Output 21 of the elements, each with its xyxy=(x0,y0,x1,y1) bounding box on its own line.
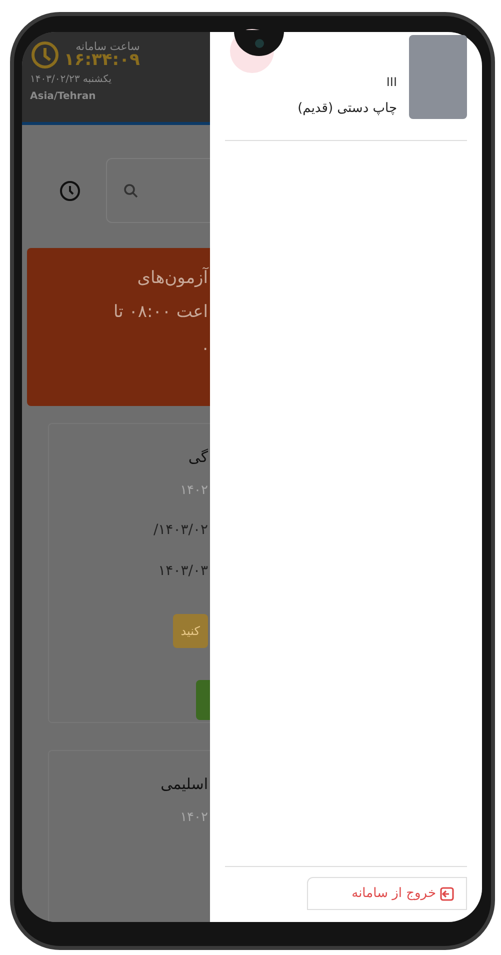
clock-label: ساعت سامانه xyxy=(74,41,140,52)
clock-icon xyxy=(30,40,60,70)
logout-icon xyxy=(440,886,454,900)
card-subtitle: ۱۴۰۲ xyxy=(180,482,208,500)
status-badge: کنید xyxy=(172,614,208,648)
date-text: ۱۴۰۳/۰۲/ xyxy=(153,521,208,540)
date-text: ۱۴۰۳/۰۳ xyxy=(158,562,208,581)
user-role: چاپ دستی (قدیم) xyxy=(298,100,397,118)
user-code: III xyxy=(386,74,397,91)
history-clock-icon[interactable] xyxy=(58,178,82,202)
date-text: یکشنبه ۱۴۰۳/۰۲/۲۳ xyxy=(30,73,112,87)
banner-text: . xyxy=(202,334,208,357)
system-time: ۱۶:۳۴:۰۹ xyxy=(64,52,140,69)
search-icon xyxy=(123,182,139,198)
logout-button[interactable]: خروج از سامانه xyxy=(307,877,467,910)
card-title: اسلیمی xyxy=(160,774,208,795)
timezone-text: Asia/Tehran xyxy=(30,90,96,104)
banner-text: اعت ۰۸:۰۰ تا xyxy=(113,300,208,324)
banner-text: آزمون‌های xyxy=(137,266,208,290)
card-subtitle: ۱۴۰۲ xyxy=(180,808,208,826)
card-title: گی xyxy=(188,447,208,468)
